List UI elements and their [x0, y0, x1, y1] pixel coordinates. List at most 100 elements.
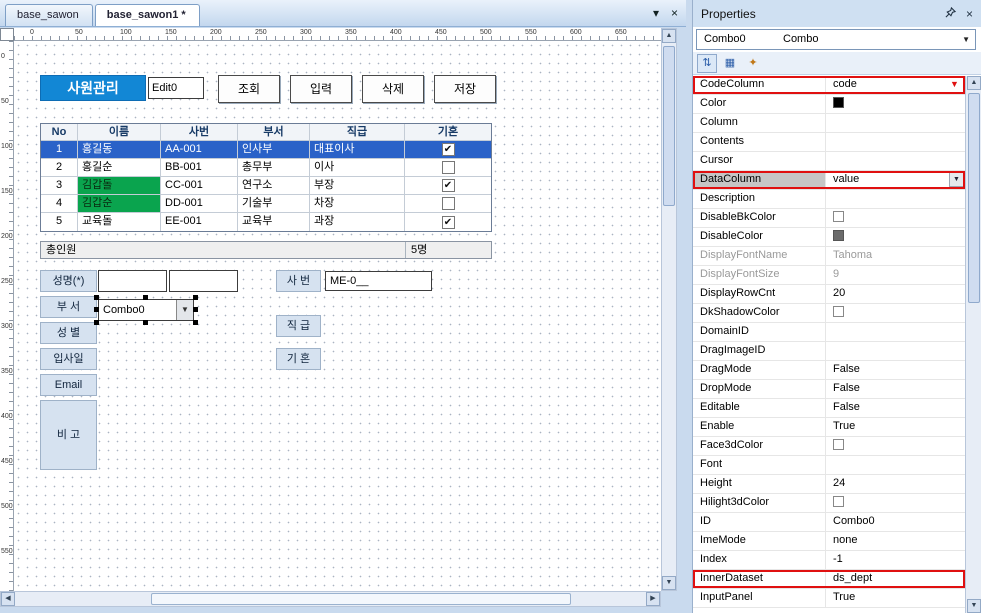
grid-cell-married[interactable]: ✔ — [405, 141, 491, 158]
property-row-DragImageID[interactable]: DragImageID — [693, 342, 965, 361]
property-value[interactable] — [826, 209, 965, 227]
grid-cell[interactable]: 2 — [41, 159, 78, 176]
grid-cell[interactable]: EE-001 — [161, 213, 238, 231]
property-value[interactable]: Tahoma — [826, 247, 965, 265]
checkbox-icon[interactable]: ✔ — [441, 143, 455, 156]
property-value[interactable] — [826, 95, 965, 113]
grid-cell[interactable]: 4 — [41, 195, 78, 212]
property-row-DropMode[interactable]: DropMode False — [693, 380, 965, 399]
property-value[interactable]: False — [826, 380, 965, 398]
grid-cell[interactable]: 인사부 — [238, 141, 310, 158]
canvas-horizontal-scrollbar[interactable]: ◀ ▶ — [0, 591, 661, 607]
grid-header-cell[interactable]: 사번 — [161, 124, 238, 140]
dropdown-arrow-icon[interactable]: ▼ — [949, 172, 964, 187]
property-row-Hilight3dColor[interactable]: Hilight3dColor — [693, 494, 965, 513]
grid-cell[interactable]: 3 — [41, 177, 78, 194]
checkbox-icon[interactable] — [441, 161, 455, 174]
table-row[interactable]: 2 홍길순 BB-001 총무부 이사 — [41, 159, 491, 177]
grid-header-cell[interactable]: No — [41, 124, 78, 140]
property-value[interactable]: False — [826, 361, 965, 379]
property-name[interactable]: Contents — [693, 133, 826, 151]
action-button-삭제[interactable]: 삭제 — [362, 75, 424, 103]
action-button-입력[interactable]: 입력 — [290, 75, 352, 103]
property-name[interactable]: DragImageID — [693, 342, 826, 360]
grid-cell[interactable]: 김갑순 — [78, 195, 161, 212]
property-value[interactable] — [826, 133, 965, 151]
vertical-scrollbar-thumb[interactable] — [663, 46, 675, 206]
scroll-right-icon[interactable]: ▶ — [646, 592, 660, 606]
property-row-DomainID[interactable]: DomainID — [693, 323, 965, 342]
combo0-box[interactable]: Combo0 ▼ — [98, 299, 194, 321]
selection-handle[interactable] — [193, 320, 198, 325]
grid-header-cell[interactable]: 이름 — [78, 124, 161, 140]
object-selector[interactable]: Combo0 Combo ▼ — [696, 29, 976, 50]
pin-icon[interactable] — [945, 6, 957, 21]
grid-cell[interactable]: 이사 — [310, 159, 405, 176]
checkbox-icon[interactable] — [833, 306, 844, 317]
property-row-InputPanel[interactable]: InputPanel True — [693, 589, 965, 608]
property-value[interactable]: 24 — [826, 475, 965, 493]
grid-cell-married[interactable] — [405, 159, 491, 176]
property-value[interactable] — [826, 152, 965, 170]
checkbox-icon[interactable] — [833, 211, 844, 222]
property-row-Color[interactable]: Color — [693, 95, 965, 114]
combo0-widget[interactable]: Combo0 ▼ — [94, 295, 198, 325]
property-row-Cursor[interactable]: Cursor — [693, 152, 965, 171]
property-value[interactable] — [826, 304, 965, 322]
property-row-ID[interactable]: ID Combo0 — [693, 513, 965, 532]
grid-cell[interactable]: 5 — [41, 213, 78, 231]
property-name[interactable]: Hilight3dColor — [693, 494, 826, 512]
property-name[interactable]: DragMode — [693, 361, 826, 379]
property-value[interactable]: value ▼ — [826, 171, 965, 189]
checkbox-icon[interactable]: ✔ — [441, 215, 455, 229]
property-pages-icon[interactable]: ✦ — [743, 54, 763, 73]
tab-base_sawon1-[interactable]: base_sawon1 * — [94, 4, 200, 26]
combo-dropdown-icon[interactable]: ▼ — [176, 300, 193, 320]
property-value[interactable] — [826, 323, 965, 341]
property-value[interactable]: -1 — [826, 551, 965, 569]
action-button-조회[interactable]: 조회 — [218, 75, 280, 103]
edit0-field[interactable]: Edit0 — [148, 77, 204, 99]
property-name[interactable]: Description — [693, 190, 826, 208]
property-row-Column[interactable]: Column — [693, 114, 965, 133]
grid-cell[interactable]: 과장 — [310, 213, 405, 231]
grid-cell[interactable]: 교육부 — [238, 213, 310, 231]
checkbox-icon[interactable] — [833, 439, 844, 450]
grid-header-cell[interactable]: 부서 — [238, 124, 310, 140]
property-name[interactable]: ImeMode — [693, 532, 826, 550]
property-name[interactable]: Column — [693, 114, 826, 132]
property-value[interactable]: True — [826, 589, 965, 607]
checkbox-icon[interactable] — [441, 197, 455, 210]
table-row[interactable]: 4 김갑순 DD-001 기술부 차장 — [41, 195, 491, 213]
grid-cell[interactable]: 1 — [41, 141, 78, 158]
property-name[interactable]: Face3dColor — [693, 437, 826, 455]
grid-cell-married[interactable]: ✔ — [405, 177, 491, 194]
property-name[interactable]: DisableBkColor — [693, 209, 826, 227]
grid-cell-married[interactable]: ✔ — [405, 213, 491, 231]
property-value[interactable]: code ▼ — [826, 76, 965, 94]
props-scroll-up-icon[interactable]: ▲ — [967, 76, 981, 90]
selection-handle[interactable] — [143, 320, 148, 325]
property-row-Font[interactable]: Font — [693, 456, 965, 475]
table-row[interactable]: 3 김갑돌 CC-001 연구소 부장 ✔ — [41, 177, 491, 195]
checkbox-icon[interactable] — [833, 496, 844, 507]
property-name[interactable]: DomainID — [693, 323, 826, 341]
property-row-Face3dColor[interactable]: Face3dColor — [693, 437, 965, 456]
sabun-field[interactable]: ME-0__ — [325, 271, 432, 291]
property-name[interactable]: Index — [693, 551, 826, 569]
property-row-Editable[interactable]: Editable False — [693, 399, 965, 418]
canvas-vertical-scrollbar[interactable]: ▲ ▼ — [661, 28, 677, 591]
close-icon[interactable]: × — [671, 6, 678, 20]
property-value[interactable] — [826, 228, 965, 246]
property-row-DataColumn[interactable]: DataColumn value ▼ — [693, 171, 965, 190]
props-scrollbar-thumb[interactable] — [968, 93, 980, 303]
property-name[interactable]: DisplayRowCnt — [693, 285, 826, 303]
property-name[interactable]: DkShadowColor — [693, 304, 826, 322]
grid-cell[interactable]: 차장 — [310, 195, 405, 212]
sort-icon[interactable]: ⇅ — [697, 53, 717, 73]
property-value[interactable] — [826, 114, 965, 132]
property-value[interactable] — [826, 190, 965, 208]
property-name[interactable]: CodeColumn — [693, 76, 826, 94]
property-row-InnerDataset[interactable]: InnerDataset ds_dept — [693, 570, 965, 589]
scroll-up-icon[interactable]: ▲ — [662, 29, 676, 43]
